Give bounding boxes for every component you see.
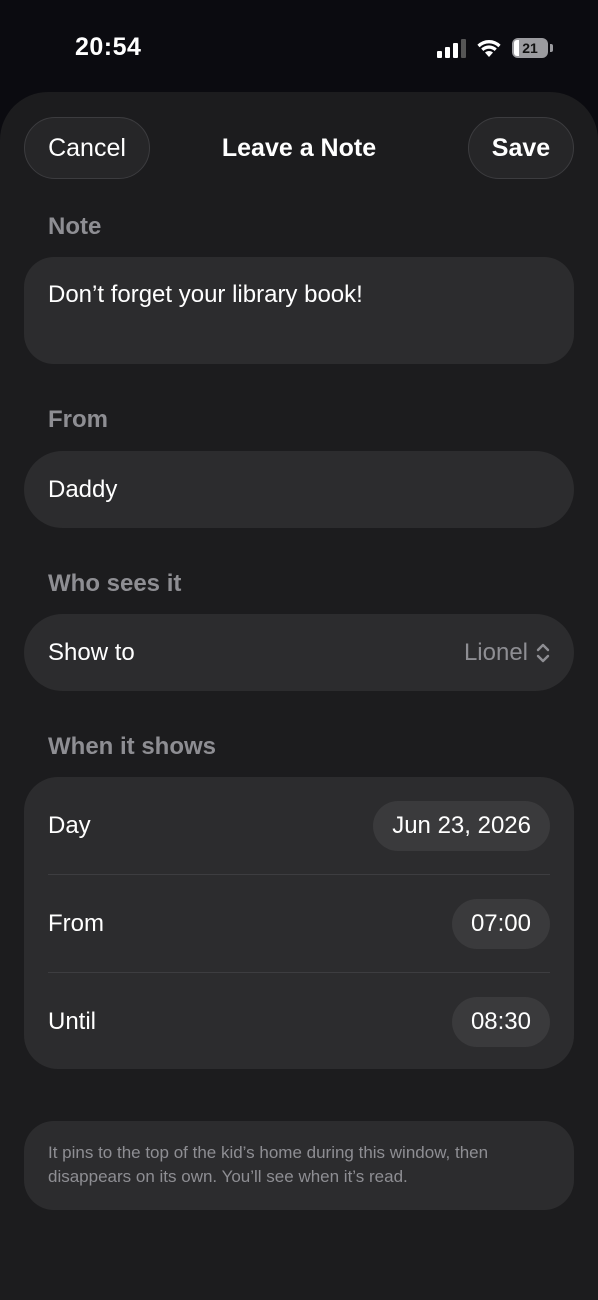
until-time-label: Until — [48, 1007, 97, 1035]
chevron-up-down-icon — [536, 643, 550, 662]
battery-icon: 21 — [512, 38, 553, 58]
when-card: Day Jun 23, 2026 From 07:00 Until 08:30 — [24, 777, 574, 1069]
from-section-label: From — [48, 406, 108, 433]
note-section-label: Note — [48, 213, 102, 240]
save-button[interactable]: Save — [468, 117, 574, 179]
from-time-picker[interactable]: 07:00 — [451, 898, 550, 949]
until-time-row: Until 08:30 — [48, 972, 550, 1070]
from-field[interactable]: Daddy — [24, 451, 574, 528]
from-field-value: Daddy — [48, 475, 118, 503]
info-note: It pins to the top of the kid’s home dur… — [24, 1121, 574, 1210]
show-to-label: Show to — [48, 638, 135, 666]
day-label: Day — [48, 811, 91, 839]
leave-note-sheet: Cancel Leave a Note Save Note Don’t forg… — [0, 92, 598, 1300]
wifi-icon — [477, 40, 501, 57]
note-text-field[interactable]: Don’t forget your library book! — [24, 257, 574, 364]
status-icons: 21 — [437, 36, 553, 60]
when-section-label: When it shows — [48, 733, 216, 760]
from-time-label: From — [48, 909, 104, 937]
until-time-picker[interactable]: 08:30 — [451, 996, 550, 1047]
show-to-picker[interactable]: Show to Lionel — [24, 614, 574, 691]
cellular-signal-icon — [437, 38, 466, 58]
day-picker[interactable]: Jun 23, 2026 — [373, 800, 550, 851]
battery-level: 21 — [522, 40, 538, 56]
status-bar: 20:54 21 — [0, 0, 598, 92]
show-to-value: Lionel — [464, 639, 550, 667]
who-sees-section-label: Who sees it — [48, 570, 182, 597]
status-time: 20:54 — [75, 33, 142, 61]
day-row: Day Jun 23, 2026 — [48, 777, 550, 874]
from-time-row: From 07:00 — [48, 874, 550, 972]
show-to-selected: Lionel — [463, 638, 528, 666]
